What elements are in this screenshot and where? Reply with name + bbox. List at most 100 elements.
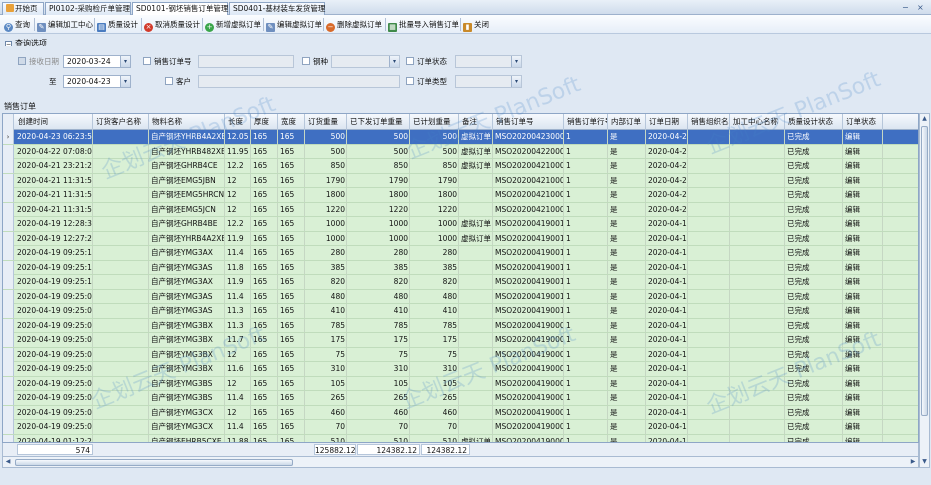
column-header-width[interactable]: 宽度 xyxy=(278,114,305,130)
edit-virtual-order-button[interactable]: ✎ 编辑虚拟订单 xyxy=(266,18,322,32)
table-row[interactable]: › 2020-04-23 06:23:58 自产钢坯YHRB4A2XE 12.05 16… xyxy=(3,130,918,145)
batch-import-button[interactable]: ▦ 批量导入销售订单 xyxy=(388,18,459,32)
delete-virtual-order-button[interactable]: − 删除虚拟订单 xyxy=(326,18,382,32)
customer-checkbox[interactable]: 客户 xyxy=(165,76,191,87)
column-header-customer-name[interactable]: 订货客户名称 xyxy=(93,114,149,130)
chevron-down-icon[interactable]: ▾ xyxy=(389,56,399,67)
table-row[interactable]: 2020-04-19 09:25:09 自产钢坯YMG3BX 11.7 165 165 1… xyxy=(3,333,918,348)
table-row[interactable]: 2020-04-19 12:27:23 自产钢坯YHRB4A2XE 11.9 165 1… xyxy=(3,231,918,246)
column-header-internal-order[interactable]: 内部订单 xyxy=(608,114,646,130)
row-indicator[interactable] xyxy=(3,362,14,376)
tab-start-page[interactable]: 开始页 xyxy=(2,2,44,15)
column-header-sales-order-no[interactable]: 销售订单号 xyxy=(493,114,564,130)
column-header-process-center[interactable]: 加工中心名称 xyxy=(730,114,785,130)
row-indicator[interactable] xyxy=(3,405,14,420)
row-indicator[interactable] xyxy=(3,231,14,246)
row-indicator[interactable] xyxy=(3,420,14,434)
row-indicator[interactable] xyxy=(3,202,14,217)
steel-grade-checkbox[interactable]: 钢种 xyxy=(302,56,328,67)
column-header-quality-design-status[interactable]: 质量设计状态 xyxy=(785,114,843,130)
table-row[interactable]: 2020-04-19 09:25:09 自产钢坯YMG3BX 11.6 165 165 3… xyxy=(3,362,918,377)
column-header-order-date[interactable]: 订单日期 xyxy=(646,114,688,130)
column-header-issued-weight[interactable]: 已下发订单重量 xyxy=(347,114,410,130)
customer-input[interactable] xyxy=(198,75,400,88)
row-indicator[interactable] xyxy=(3,289,14,304)
scroll-down-icon[interactable]: ▼ xyxy=(920,457,929,467)
row-indicator[interactable] xyxy=(3,333,14,347)
row-indicator[interactable] xyxy=(3,173,14,188)
table-row[interactable]: 2020-04-19 09:25:10 自产钢坯YMG3AX 11.4 165 165 2… xyxy=(3,246,918,261)
cancel-quality-design-button[interactable]: × 取消质量设计 xyxy=(144,18,200,32)
table-row[interactable]: 2020-04-19 09:25:09 自产钢坯YMG3AS 11.4 165 165 4… xyxy=(3,289,918,304)
column-header-planned-weight[interactable]: 已计划重量 xyxy=(410,114,459,130)
tab-sd0101[interactable]: SD0101-钢坯销售订单管理 xyxy=(132,2,228,15)
order-type-checkbox[interactable]: 订单类型 xyxy=(406,76,447,87)
column-header-sales-org[interactable]: 销售组织名称 xyxy=(688,114,730,130)
column-header-length[interactable]: 长度 xyxy=(225,114,251,130)
table-row[interactable]: 2020-04-19 09:25:05 自产钢坯YMG3BS 12 165 165 105… xyxy=(3,376,918,391)
chevron-down-icon[interactable]: ▾ xyxy=(511,76,521,87)
row-indicator[interactable]: › xyxy=(3,130,14,144)
scrollbar-thumb[interactable] xyxy=(921,126,928,416)
table-row[interactable]: 2020-04-19 01:12:28 自产钢坯EHRB5CXE 11.88 165 1… xyxy=(3,434,918,442)
sales-order-no-input[interactable] xyxy=(198,55,294,68)
scroll-right-icon[interactable]: ▶ xyxy=(908,457,918,467)
table-row[interactable]: 2020-04-19 09:25:05 自产钢坯YMG3BS 11.4 165 165 2… xyxy=(3,391,918,406)
row-indicator[interactable] xyxy=(3,260,14,275)
table-row[interactable]: 2020-04-19 09:25:10 自产钢坯YMG3AX 11.9 165 165 8… xyxy=(3,275,918,290)
minimize-icon[interactable]: − xyxy=(902,3,909,12)
row-indicator[interactable] xyxy=(3,434,14,442)
query-button[interactable]: ⚲ 查询 xyxy=(4,18,30,32)
row-indicator[interactable] xyxy=(3,347,14,362)
calendar-dropdown-icon[interactable]: ▾ xyxy=(120,56,130,67)
scroll-up-icon[interactable]: ▲ xyxy=(920,114,929,124)
tab-pi0102[interactable]: PI0102-采购检斤单管理 xyxy=(45,2,131,15)
quality-design-button[interactable]: ▤ 质量设计 xyxy=(97,18,138,32)
date-to-field[interactable]: 2020-04-23 ▾ xyxy=(63,75,131,88)
order-status-checkbox[interactable]: 订单状态 xyxy=(406,56,447,67)
table-row[interactable]: 2020-04-19 12:28:34 自产钢坯GHRB4BE 12.2 165 165… xyxy=(3,217,918,232)
column-header-material-name[interactable]: 物料名称 xyxy=(149,114,225,130)
tab-sd0401[interactable]: SD0401-基材装车发货管理 xyxy=(229,2,325,15)
row-indicator[interactable] xyxy=(3,188,14,202)
close-button[interactable]: ▮ 关闭 xyxy=(463,18,489,32)
table-row[interactable]: 2020-04-19 09:25:05 自产钢坯YMG3CX 11.4 165 165 7… xyxy=(3,420,918,435)
column-header-sales-order-line[interactable]: 销售订单行号 xyxy=(564,114,608,130)
row-indicator[interactable] xyxy=(3,376,14,391)
table-row[interactable]: 2020-04-21 11:31:58 自产钢坯EMG5JBN 12 165 165 17… xyxy=(3,173,918,188)
order-status-select[interactable]: ▾ xyxy=(455,55,522,68)
horizontal-scrollbar[interactable]: ◀ ▶ xyxy=(2,457,919,468)
table-row[interactable]: 2020-04-19 09:25:09 自产钢坯YMG3AS 11.3 165 165 4… xyxy=(3,304,918,319)
column-header-order-weight[interactable]: 订货重量 xyxy=(305,114,347,130)
row-indicator[interactable] xyxy=(3,217,14,231)
scrollbar-thumb[interactable] xyxy=(15,459,293,466)
column-header-order-status[interactable]: 订单状态 xyxy=(843,114,883,130)
column-header-remark[interactable]: 备注 xyxy=(459,114,493,130)
chevron-down-icon[interactable]: ▾ xyxy=(511,56,521,67)
table-row[interactable]: 2020-04-19 09:25:09 自产钢坯YMG3BX 11.3 165 165 7… xyxy=(3,318,918,333)
scroll-left-icon[interactable]: ◀ xyxy=(3,457,13,467)
table-row[interactable]: 2020-04-21 11:31:58 自产钢坯EMG5HRCN 12 165 165 1… xyxy=(3,188,918,203)
row-indicator[interactable] xyxy=(3,391,14,405)
column-header-created-time[interactable]: 创建时间 xyxy=(15,114,93,130)
close-window-icon[interactable]: × xyxy=(917,3,924,12)
table-row[interactable]: 2020-04-22 07:08:02 自产钢坯YHRB482XE 11.95 165… xyxy=(3,144,918,159)
table-row[interactable]: 2020-04-19 09:25:10 自产钢坯YMG3AS 11.8 165 165 3… xyxy=(3,260,918,275)
row-indicator[interactable] xyxy=(3,144,14,159)
vertical-scrollbar[interactable]: ▲ ▼ xyxy=(919,113,930,468)
table-row[interactable]: 2020-04-19 09:25:05 自产钢坯YMG3CX 12 165 165 460… xyxy=(3,405,918,420)
row-indicator[interactable] xyxy=(3,159,14,173)
row-indicator[interactable] xyxy=(3,304,14,318)
sales-order-no-checkbox[interactable]: 销售订单号 xyxy=(143,56,192,67)
row-indicator[interactable] xyxy=(3,246,14,260)
calendar-dropdown-icon[interactable]: ▾ xyxy=(120,76,130,87)
add-virtual-order-button[interactable]: + 新增虚拟订单 xyxy=(205,18,261,32)
table-row[interactable]: 2020-04-19 09:25:09 自产钢坯YMG3BX 12 165 165 75 7… xyxy=(3,347,918,362)
row-indicator[interactable] xyxy=(3,318,14,333)
edit-center-button[interactable]: ✎ 编辑加工中心 xyxy=(37,18,93,32)
order-type-select[interactable]: ▾ xyxy=(455,75,522,88)
receive-date-checkbox[interactable]: 接收日期 xyxy=(18,56,59,67)
column-header-thickness[interactable]: 厚度 xyxy=(251,114,278,130)
date-from-field[interactable]: 2020-03-24 ▾ xyxy=(63,55,131,68)
table-row[interactable]: 2020-04-21 23:21:25 自产钢坯GHRB4CE 12.2 165 165… xyxy=(3,159,918,174)
